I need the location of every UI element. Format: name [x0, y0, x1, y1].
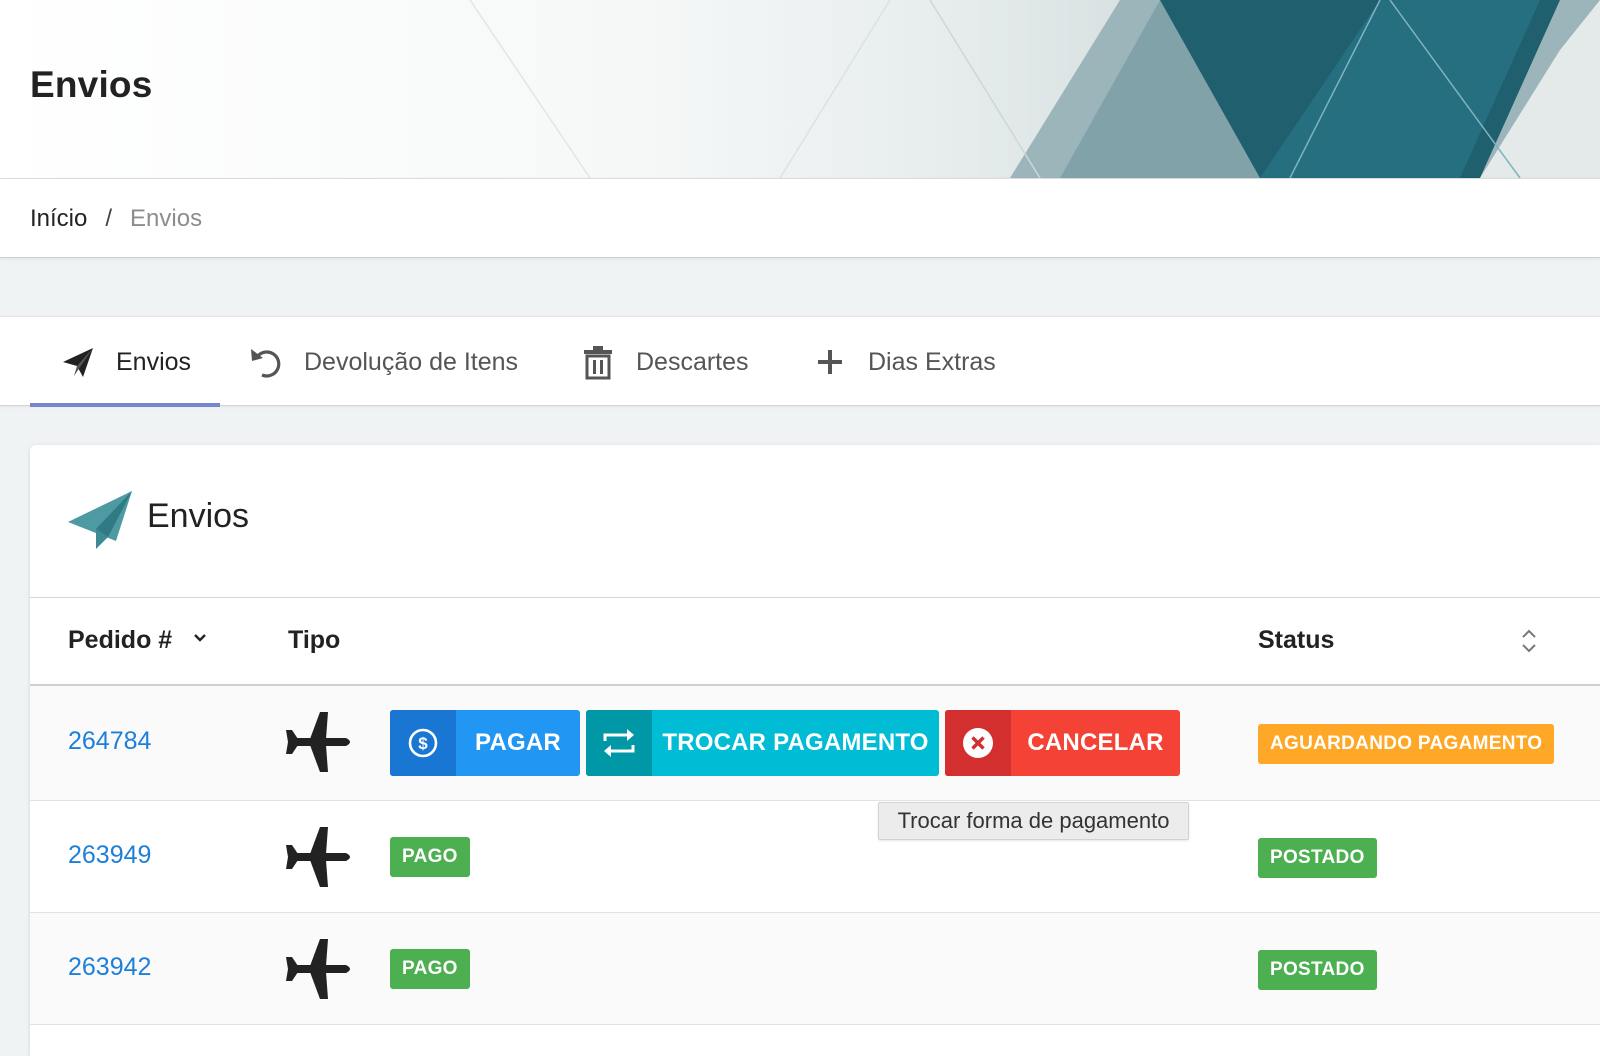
order-link[interactable]: 264784 — [68, 727, 151, 756]
page-header-banner: Envios — [0, 0, 1600, 178]
column-header-status[interactable]: Status — [1258, 626, 1334, 655]
breadcrumb: Início / Envios — [0, 178, 1600, 258]
envios-card: Envios Pedido # Tipo Status 264784 $ PAG… — [30, 445, 1600, 1056]
dollar-circle-icon: $ — [390, 710, 456, 776]
airplane-icon — [286, 827, 350, 892]
change-payment-button-label: TROCAR PAGAMENTO — [662, 729, 929, 756]
breadcrumb-home-link[interactable]: Início — [30, 205, 87, 233]
close-circle-icon — [945, 710, 1011, 776]
paper-plane-icon — [60, 344, 96, 380]
order-link[interactable]: 263942 — [68, 953, 151, 982]
card-header: Envios — [30, 445, 1600, 598]
change-payment-button[interactable]: TROCAR PAGAMENTO — [586, 710, 939, 776]
status-badge: AGUARDANDO PAGAMENTO — [1258, 724, 1555, 764]
status-badge: POSTADO — [1258, 950, 1377, 990]
tab-devolucao-itens[interactable]: Devolução de Itens — [248, 317, 518, 407]
tab-label: Descartes — [636, 347, 749, 376]
pay-button-label: PAGAR — [475, 729, 561, 756]
column-header-order[interactable]: Pedido # — [68, 626, 172, 655]
swap-icon — [586, 710, 652, 776]
airplane-icon — [286, 712, 350, 777]
breadcrumb-separator: / — [105, 205, 113, 232]
sort-icon[interactable] — [1520, 626, 1538, 661]
change-payment-tooltip: Trocar forma de pagamento — [878, 802, 1189, 840]
cancel-button-label: CANCELAR — [1027, 729, 1164, 756]
undo-icon — [248, 344, 284, 380]
trash-icon — [580, 344, 616, 380]
paper-plane-icon — [68, 489, 134, 556]
table-row: 263942 PAGO POSTADO — [30, 913, 1600, 1025]
table-row: 264784 $ PAGAR TROCAR PAGAMENTO CANCELAR… — [30, 686, 1600, 801]
airplane-icon — [286, 939, 350, 1004]
chevron-down-icon[interactable] — [192, 630, 208, 651]
tab-label: Devolução de Itens — [304, 347, 519, 376]
status-badge: POSTADO — [1258, 838, 1377, 878]
svg-text:$: $ — [418, 734, 428, 753]
column-header-type: Tipo — [288, 626, 341, 654]
page-title: Envios — [30, 64, 153, 105]
payment-badge: PAGO — [390, 837, 470, 877]
tab-bar: Envios Devolução de Itens Descartes Dias… — [0, 316, 1600, 407]
cancel-button[interactable]: CANCELAR — [945, 710, 1180, 776]
breadcrumb-current: Envios — [130, 205, 203, 232]
order-link[interactable]: 263949 — [68, 841, 151, 870]
card-title: Envios — [147, 497, 250, 535]
table-row: 263949 PAGO POSTADO — [30, 801, 1600, 913]
pay-button[interactable]: $ PAGAR — [390, 710, 580, 776]
header-decoration — [469, 0, 1600, 178]
tab-descartes[interactable]: Descartes — [580, 317, 749, 407]
tab-label: Envios — [116, 347, 192, 376]
tab-dias-extras[interactable]: Dias Extras — [812, 317, 996, 407]
tab-label: Dias Extras — [868, 347, 996, 376]
table-header: Pedido # Tipo Status — [30, 598, 1600, 686]
tab-envios[interactable]: Envios — [60, 317, 191, 407]
payment-badge: PAGO — [390, 949, 470, 989]
active-tab-indicator — [30, 403, 220, 407]
plus-icon — [812, 344, 848, 380]
